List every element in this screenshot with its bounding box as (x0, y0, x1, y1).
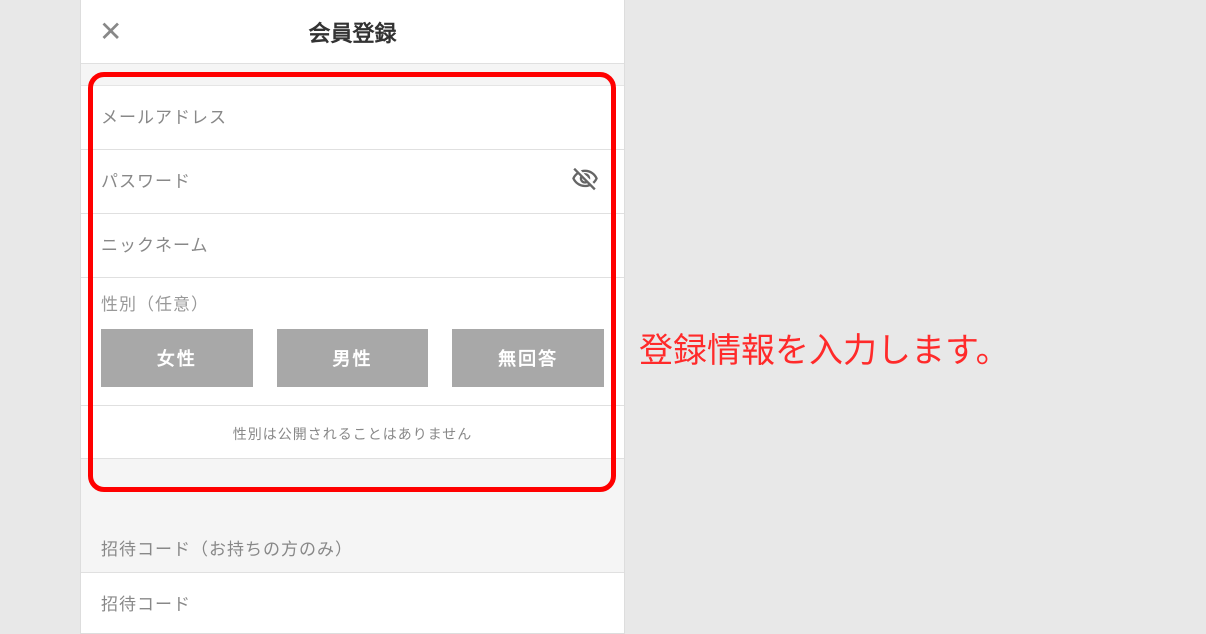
invite-section-header: 招待コード（お持ちの方のみ） (81, 519, 624, 573)
gender-label: 性別（任意） (101, 290, 604, 315)
gender-section: 性別（任意） 女性 男性 無回答 (81, 278, 624, 406)
password-row (81, 150, 624, 214)
instruction-text: 登録情報を入力します。 (639, 323, 1010, 372)
divider (81, 459, 624, 519)
nickname-field[interactable] (101, 236, 604, 256)
nickname-row (81, 214, 624, 278)
gender-noanswer-button[interactable]: 無回答 (452, 329, 604, 387)
invite-code-field[interactable] (101, 595, 604, 615)
toggle-password-visibility-icon[interactable] (571, 165, 599, 198)
invite-code-row (81, 573, 624, 634)
email-row (81, 86, 624, 150)
modal-header: ✕ 会員登録 (81, 0, 624, 64)
registration-form-panel: ✕ 会員登録 性別（任意） 女性 (80, 0, 625, 634)
gender-male-button[interactable]: 男性 (277, 329, 429, 387)
email-field[interactable] (101, 108, 604, 128)
divider (81, 64, 624, 86)
gender-privacy-note: 性別は公開されることはありません (81, 406, 624, 459)
password-field[interactable] (101, 172, 604, 192)
modal-title: 会員登録 (81, 16, 624, 48)
close-icon[interactable]: ✕ (99, 15, 122, 48)
gender-button-group: 女性 男性 無回答 (101, 329, 604, 387)
instruction-panel: 登録情報を入力します。 (625, 0, 1206, 634)
gender-female-button[interactable]: 女性 (101, 329, 253, 387)
